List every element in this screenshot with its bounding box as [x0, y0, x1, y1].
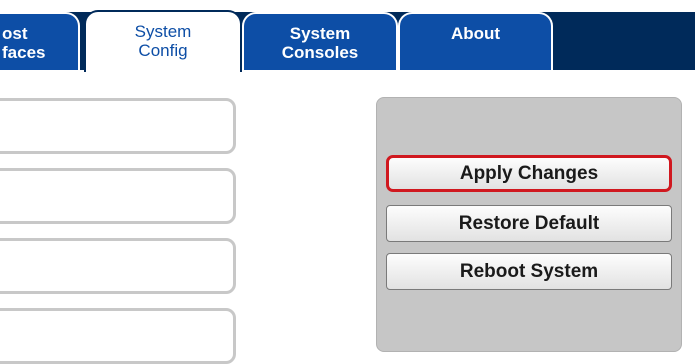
config-field-3[interactable]: [0, 238, 236, 294]
tab-label-line2: Consoles: [281, 43, 359, 62]
reboot-system-button[interactable]: Reboot System: [386, 253, 672, 290]
config-field-1[interactable]: [0, 98, 236, 154]
apply-changes-button[interactable]: Apply Changes: [386, 155, 672, 192]
tab-label-line1: System: [134, 22, 192, 41]
tab-label-line2: faces: [2, 43, 46, 62]
restore-default-button[interactable]: Restore Default: [386, 205, 672, 242]
tab-host-interfaces[interactable]: ost faces: [0, 12, 80, 70]
tab-bar: ost faces System Consoles About System C…: [0, 0, 695, 72]
tab-system-consoles[interactable]: System Consoles: [242, 12, 398, 70]
config-field-4[interactable]: [0, 308, 236, 364]
tab-about[interactable]: About: [398, 12, 553, 70]
tab-label-line1: ost: [2, 24, 28, 43]
tab-label-line1: System: [289, 24, 351, 43]
tab-system-config[interactable]: System Config: [84, 10, 242, 72]
tab-label-line2: Config: [138, 41, 188, 60]
config-field-2[interactable]: [0, 168, 236, 224]
tab-label-line1: About: [450, 24, 501, 43]
